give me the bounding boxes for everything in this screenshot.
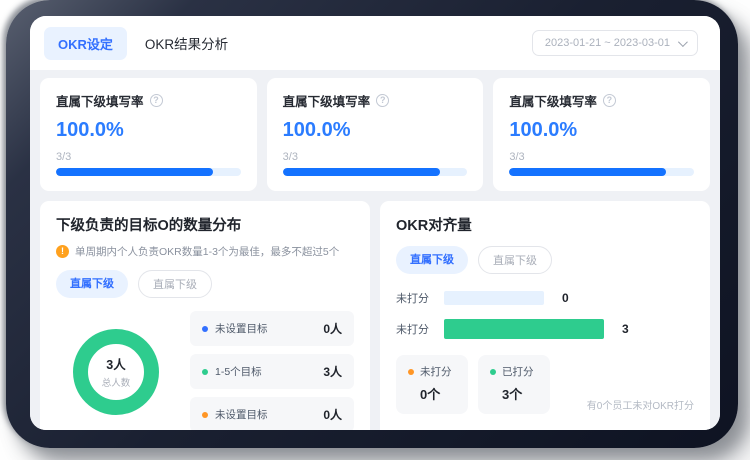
progress-track bbox=[283, 168, 468, 176]
stat-ratio: 3/3 bbox=[283, 151, 468, 163]
bar-label: 未打分 bbox=[396, 290, 432, 306]
stat-box-value: 3个 bbox=[502, 384, 534, 403]
donut-chart: 3人 总人数 bbox=[56, 329, 176, 415]
legend-value: 0人 bbox=[323, 320, 342, 337]
alignment-title: OKR对齐量 bbox=[396, 214, 694, 235]
stat-box-label: 未打分 bbox=[420, 364, 452, 379]
alignment-stat-boxes: 未打分 0个 已打分 3个 有0个员工未对 bbox=[396, 355, 694, 414]
tab-direct-subordinates-inactive[interactable]: 直属下级 bbox=[138, 270, 212, 298]
legend-dot bbox=[490, 369, 496, 375]
legend-label: 未设置目标 bbox=[215, 407, 268, 422]
objective-distribution-card: 下级负责的目标O的数量分布 ! 单周期内个人负责OKR数量1-3个为最佳，最多不… bbox=[40, 201, 370, 430]
stat-value: 100.0% bbox=[509, 119, 694, 142]
app-window: OKR设定 OKR结果分析 2023-01-21 ~ 2023-03-01 直属… bbox=[30, 16, 720, 430]
donut-total-label: 总人数 bbox=[102, 375, 131, 389]
bar-scored bbox=[444, 319, 604, 339]
progress-fill bbox=[283, 168, 440, 176]
help-icon[interactable]: ? bbox=[603, 94, 616, 107]
bar-value: 3 bbox=[622, 322, 629, 336]
legend-value: 0人 bbox=[323, 406, 342, 423]
progress-fill bbox=[509, 168, 666, 176]
legend-row: 1-5个目标 3人 bbox=[190, 354, 354, 389]
stat-title-text: 直属下级填写率 bbox=[509, 91, 597, 110]
tab-direct-subordinates-active[interactable]: 直属下级 bbox=[56, 270, 128, 298]
device-frame: OKR设定 OKR结果分析 2023-01-21 ~ 2023-03-01 直属… bbox=[6, 0, 738, 448]
tab-okr-analysis[interactable]: OKR结果分析 bbox=[145, 33, 228, 53]
fill-rate-card: 直属下级填写率 ? 100.0% 3/3 bbox=[493, 78, 710, 191]
bar-value: 0 bbox=[562, 291, 569, 305]
top-bar: OKR设定 OKR结果分析 2023-01-21 ~ 2023-03-01 bbox=[30, 16, 720, 70]
distribution-chart-area: 3人 总人数 未设置目标 0人 bbox=[56, 311, 354, 430]
distribution-hint: ! 单周期内个人负责OKR数量1-3个为最佳，最多不超过5个 bbox=[56, 244, 354, 259]
alignment-filter-tabs: 直属下级 直属下级 bbox=[396, 246, 694, 274]
stat-value: 100.0% bbox=[56, 119, 241, 142]
stat-ratio: 3/3 bbox=[56, 151, 241, 163]
page: OKR设定 OKR结果分析 2023-01-21 ~ 2023-03-01 直属… bbox=[0, 0, 750, 460]
legend-row: 未设置目标 0人 bbox=[190, 311, 354, 346]
distribution-title: 下级负责的目标O的数量分布 bbox=[56, 214, 354, 235]
okr-alignment-card: OKR对齐量 直属下级 直属下级 未打分 0 bbox=[380, 201, 710, 430]
stat-card-title: 直属下级填写率 ? bbox=[56, 91, 241, 110]
stat-title-text: 直属下级填写率 bbox=[283, 91, 371, 110]
date-range-select[interactable]: 2023-01-21 ~ 2023-03-01 bbox=[532, 30, 698, 56]
stat-box-head: 未打分 bbox=[408, 364, 452, 379]
stat-box-value: 0个 bbox=[420, 384, 452, 403]
progress-track bbox=[509, 168, 694, 176]
legend-dot bbox=[202, 412, 208, 418]
scored-stat-box: 已打分 3个 bbox=[478, 355, 550, 414]
legend-label: 未设置目标 bbox=[215, 321, 268, 336]
tab-direct-subordinates-inactive[interactable]: 直属下级 bbox=[478, 246, 552, 274]
stat-card-title: 直属下级填写率 ? bbox=[283, 91, 468, 110]
legend-dot bbox=[202, 326, 208, 332]
distribution-filter-tabs: 直属下级 直属下级 bbox=[56, 270, 354, 298]
warning-icon: ! bbox=[56, 245, 69, 258]
alignment-bar-chart: 未打分 0 未打分 3 bbox=[396, 290, 694, 339]
stat-value: 100.0% bbox=[283, 119, 468, 142]
stat-title-text: 直属下级填写率 bbox=[56, 91, 144, 110]
donut-total-value: 3人 bbox=[106, 354, 125, 373]
hint-text: 单周期内个人负责OKR数量1-3个为最佳，最多不超过5个 bbox=[75, 244, 339, 259]
tab-direct-subordinates-active[interactable]: 直属下级 bbox=[396, 246, 468, 274]
bar-label: 未打分 bbox=[396, 321, 432, 337]
help-icon[interactable]: ? bbox=[150, 94, 163, 107]
legend-row: 未设置目标 0人 bbox=[190, 397, 354, 430]
bar-row: 未打分 3 bbox=[396, 319, 694, 339]
legend-label: 1-5个目标 bbox=[215, 364, 262, 379]
unscored-stat-box: 未打分 0个 bbox=[396, 355, 468, 414]
stat-box-label: 已打分 bbox=[502, 364, 534, 379]
legend-value: 3人 bbox=[323, 363, 342, 380]
chevron-down-icon bbox=[678, 37, 688, 47]
tab-okr-setting[interactable]: OKR设定 bbox=[44, 27, 127, 60]
stat-card-row: 直属下级填写率 ? 100.0% 3/3 直属下级填写率 ? bbox=[40, 78, 710, 191]
bar-row: 未打分 0 bbox=[396, 290, 694, 306]
legend-dot bbox=[202, 369, 208, 375]
stat-card-title: 直属下级填写率 ? bbox=[509, 91, 694, 110]
bar-unscored bbox=[444, 291, 544, 305]
dashboard-content: 直属下级填写率 ? 100.0% 3/3 直属下级填写率 ? bbox=[30, 70, 720, 430]
stat-box-head: 已打分 bbox=[490, 364, 534, 379]
alignment-footnote: 有0个员工未对OKR打分 bbox=[587, 397, 694, 414]
progress-fill bbox=[56, 168, 213, 176]
legend-dot bbox=[408, 369, 414, 375]
fill-rate-card: 直属下级填写率 ? 100.0% 3/3 bbox=[40, 78, 257, 191]
stat-ratio: 3/3 bbox=[509, 151, 694, 163]
help-icon[interactable]: ? bbox=[376, 94, 389, 107]
date-range-value: 2023-01-21 ~ 2023-03-01 bbox=[545, 37, 670, 49]
donut-center: 3人 总人数 bbox=[56, 329, 176, 415]
distribution-legend: 未设置目标 0人 1-5个目标 3人 未设置 bbox=[190, 311, 354, 430]
fill-rate-card: 直属下级填写率 ? 100.0% 3/3 bbox=[267, 78, 484, 191]
progress-track bbox=[56, 168, 241, 176]
bottom-row: 下级负责的目标O的数量分布 ! 单周期内个人负责OKR数量1-3个为最佳，最多不… bbox=[40, 201, 710, 430]
